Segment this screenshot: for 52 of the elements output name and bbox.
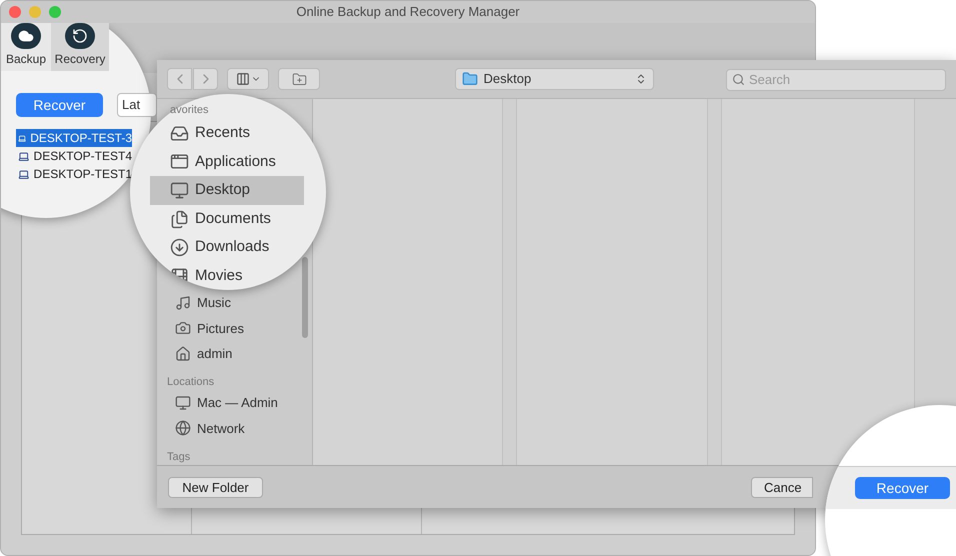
computer-item[interactable]: DESKTOP-TEST1	[16, 165, 132, 183]
restore-icon	[65, 23, 95, 49]
search-field[interactable]: Search	[726, 68, 946, 90]
sidebar-item[interactable]: admin	[157, 341, 312, 366]
section-heading: avorites	[170, 103, 209, 117]
sidebar-item[interactable]: Network	[157, 416, 312, 442]
forward-button[interactable]	[193, 68, 218, 90]
monitor-icon	[175, 395, 191, 412]
view-mode-button[interactable]	[227, 68, 270, 90]
location-popup[interactable]: Desktop	[454, 68, 654, 90]
minimize-icon[interactable]	[29, 6, 41, 18]
tray-icon	[170, 124, 189, 143]
sidebar-item[interactable]: Movies	[150, 262, 304, 290]
monitor-icon	[170, 180, 189, 200]
toolbar-tab[interactable]: Backup	[1, 23, 51, 71]
sidebar-item[interactable]: Recents	[150, 119, 304, 148]
documents-icon	[170, 210, 189, 229]
camera-icon	[175, 320, 191, 336]
recover-button[interactable]: Recover	[855, 477, 950, 499]
app-window-icon	[170, 152, 189, 172]
column-resize-bar[interactable]	[708, 99, 722, 465]
cloud-icon	[11, 23, 41, 49]
maximize-icon[interactable]	[49, 6, 61, 18]
download-icon	[170, 238, 189, 258]
window-title: Online Backup and Recovery Manager	[296, 3, 520, 22]
globe-icon	[175, 420, 191, 436]
close-icon[interactable]	[9, 6, 21, 18]
section-heading: Tags	[166, 450, 192, 466]
columns-icon	[236, 72, 250, 86]
new-folder-icon-button[interactable]	[278, 68, 320, 90]
sidebar-item[interactable]: Applications	[150, 148, 304, 176]
new-folder-button[interactable]: New Folder	[168, 476, 263, 498]
sidebar-item[interactable]: Mac — Admin	[157, 390, 312, 416]
sidebar-item[interactable]: Pictures	[157, 316, 312, 342]
sidebar-item[interactable]: Documents	[150, 204, 304, 234]
folder-plus-icon	[292, 72, 307, 86]
back-button[interactable]	[167, 68, 192, 90]
toolbar-tab[interactable]: Recovery	[51, 23, 109, 71]
section-heading: Locations	[166, 375, 216, 390]
music-note-icon	[175, 295, 191, 312]
sidebar-item[interactable]: Downloads	[150, 233, 304, 262]
computer-item[interactable]: DESKTOP-TEST-3	[16, 129, 132, 147]
house-icon	[175, 346, 191, 362]
filter-field[interactable]: Lat	[117, 93, 157, 117]
computer-item[interactable]: DESKTOP-TEST4	[16, 147, 132, 165]
sidebar-item[interactable]: Music	[157, 290, 312, 316]
column-resize-bar[interactable]	[503, 99, 517, 465]
sidebar-item[interactable]: Desktop	[150, 176, 304, 205]
cancel-button[interactable]: Cance	[751, 476, 813, 498]
search-icon	[732, 73, 745, 86]
folder-icon	[462, 71, 478, 87]
recover-button[interactable]: Recover	[16, 93, 103, 117]
